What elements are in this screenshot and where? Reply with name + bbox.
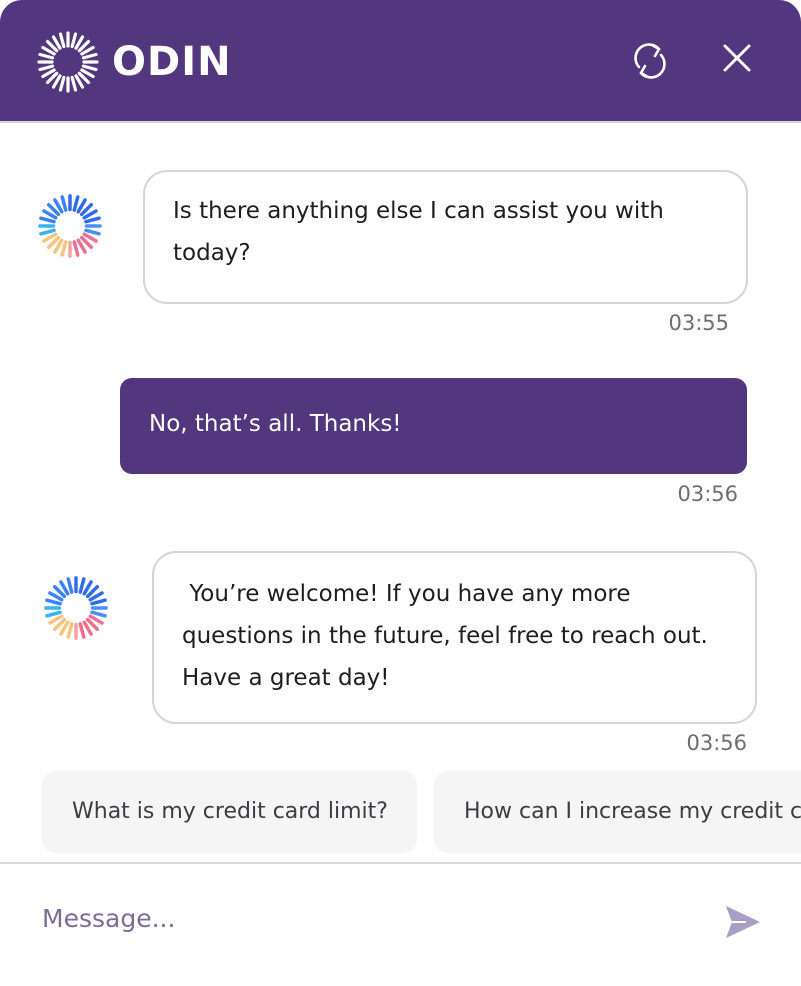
close-icon [723,44,751,72]
refresh-icon [634,43,666,79]
message-timestamp: 03:56 [686,731,747,755]
send-button[interactable] [720,902,764,942]
message-timestamp: 03:55 [668,311,729,335]
refresh-button[interactable] [628,36,672,86]
close-button[interactable] [715,36,759,86]
message-input[interactable] [40,894,684,942]
chat-header: ODIN [0,0,801,123]
bot-message-bubble: Is there anything else I can assist you … [143,170,748,304]
suggestion-chip[interactable]: How can I increase my credit card limit? [434,771,801,853]
message-composer [0,862,801,986]
odin-logo-icon [37,31,99,93]
bot-avatar-icon [38,194,102,258]
bot-message-bubble: You’re welcome! If you have any more que… [152,551,757,724]
suggestion-chip[interactable]: What is my credit card limit? [42,771,417,853]
message-timestamp: 03:56 [677,482,738,506]
brand-name: ODIN [112,39,232,85]
send-icon [726,906,760,938]
user-message-bubble: No, that’s all. Thanks! [120,378,747,474]
bot-avatar-icon [44,576,108,640]
